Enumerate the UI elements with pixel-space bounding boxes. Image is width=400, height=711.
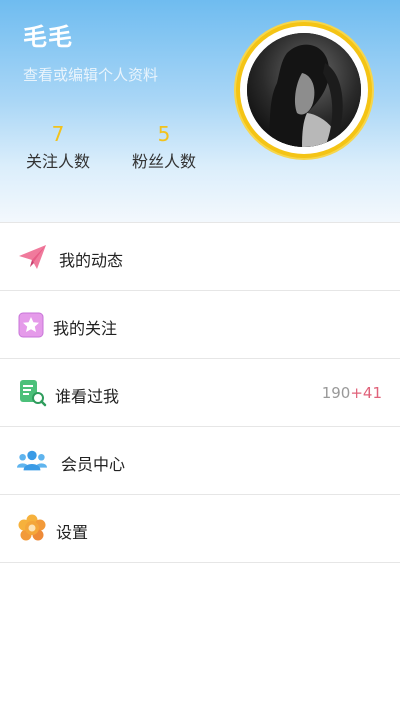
edit-profile-link[interactable]: 查看或编辑个人资料 — [23, 64, 158, 85]
fans-stat[interactable]: 5 粉丝人数 — [128, 122, 200, 172]
menu-item-my-posts[interactable]: 我的动态 — [0, 222, 400, 290]
profile-header: 毛毛 查看或编辑个人资料 7 关注人数 5 粉丝人数 — [0, 0, 400, 222]
menu-item-label: 谁看过我 — [55, 387, 120, 406]
visitors-icon — [20, 380, 47, 407]
settings-flower-icon — [18, 514, 46, 541]
profile-name[interactable]: 毛毛 — [23, 17, 73, 52]
fans-count: 5 — [157, 122, 171, 146]
avatar[interactable] — [247, 33, 361, 147]
menu-item-visitors[interactable]: 谁看过我 190+41 — [0, 358, 400, 426]
menu-item-label: 设置 — [56, 523, 89, 542]
following-label: 关注人数 — [25, 152, 90, 171]
visitor-total: 190 — [321, 384, 351, 402]
menu-item-my-follows[interactable]: 我的关注 — [0, 290, 400, 358]
menu-item-settings[interactable]: 设置 — [0, 494, 400, 563]
menu-item-label: 我的动态 — [59, 251, 124, 270]
following-count: 7 — [51, 122, 65, 146]
group-icon — [17, 450, 47, 471]
menu-item-label: 我的关注 — [53, 319, 118, 338]
star-icon — [18, 312, 44, 338]
visitor-new: +41 — [350, 384, 382, 402]
paper-plane-icon — [19, 245, 46, 269]
avatar-image — [247, 33, 361, 147]
menu-item-membership[interactable]: 会员中心 — [0, 426, 400, 494]
following-stat[interactable]: 7 关注人数 — [22, 122, 94, 172]
menu-item-label: 会员中心 — [61, 455, 126, 474]
avatar-ring[interactable] — [240, 26, 368, 154]
menu-list: 我的动态 我的关注 谁看过我 190+41 会员中心 设置 — [0, 222, 400, 563]
visitor-count: 190+41 — [322, 384, 382, 402]
fans-label: 粉丝人数 — [131, 152, 196, 171]
